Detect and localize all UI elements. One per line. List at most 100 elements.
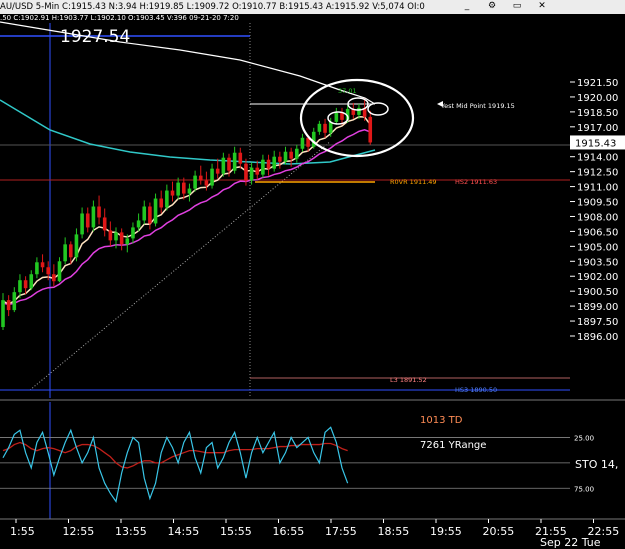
price-tick-label: 1908.00 [577,212,618,223]
candle-body [215,168,220,174]
candle-body [210,168,214,186]
time-tick-label: 20:55 [483,525,515,538]
candle-body [278,156,282,162]
price-tick-label: 1912.50 [577,168,618,179]
candle-body [198,175,203,181]
candle-body [102,217,107,231]
candle-body [125,238,130,245]
price-tick-label: 1903.50 [577,257,618,268]
candle-body [52,274,56,282]
candle-body [91,206,96,228]
price-tick-label: 1896.00 [577,332,618,343]
candle-body [176,182,180,196]
candle-body [334,112,339,122]
price-tick-label: 1899.00 [577,302,618,313]
time-tick-label: 15:55 [220,525,252,538]
label-37-01: 37.01 [338,87,357,95]
level-lines [0,35,570,391]
candle-body [255,167,260,175]
hs3-label: HS3 1890.50 [455,386,497,394]
time-tick-label: 19:55 [430,525,462,538]
price-tick-label: 1905.00 [577,242,618,253]
candle-body [148,206,152,224]
candle-body [249,167,254,181]
candle-body [170,190,175,196]
candle-body [182,182,186,194]
candle-body [142,206,147,221]
time-tick-label: 12:55 [63,525,95,538]
candle-body [119,232,124,245]
candle-body [221,157,226,174]
candle-body [46,267,50,275]
date-label: Sep 22 Tue [540,536,601,549]
candle-body [114,232,118,241]
candle-body [289,151,293,159]
r0vr-label: R0VR 1911.49 [390,178,437,186]
candle-body [266,159,271,169]
candle-body [23,280,28,289]
ma-long [0,21,376,105]
candle-body [12,292,17,311]
candle-body [204,180,209,186]
candle-body [261,159,265,175]
candle-body [35,262,39,275]
sto-k-line [2,426,349,503]
trend-line [29,141,331,391]
price-tick-label: 1914.00 [577,153,618,164]
candle-body [340,112,344,120]
candle-body [300,137,305,149]
candle-body [63,244,67,262]
candle-body [6,300,11,311]
candle-body [317,123,322,132]
time-tick-label: 13:55 [115,525,147,538]
candle-body [187,188,192,194]
candle-body [238,152,243,164]
small-circle-3 [367,102,389,116]
candle-body [57,261,62,282]
sto-label: STO 14, [575,458,618,471]
candle-body [368,116,373,143]
candle-body [80,213,84,235]
time-axis: 1:55 12:55 13:55 14:55 15:55 16:55 17:55 18:55 1… [10,519,619,538]
price-tick-label: 1918.50 [577,108,618,119]
candle-body [357,107,361,115]
candle-body [159,198,163,208]
hs2-label: HS2 1911.63 [455,178,497,186]
candle-body [295,148,299,159]
moving-averages [0,21,376,306]
candle-body [108,230,113,241]
sto-tick-label: 25.00 [574,434,594,442]
candle-body [165,190,169,208]
candle-body [29,274,34,289]
price-tick-label: 1917.00 [577,123,618,134]
price-tick-label: 1921.50 [577,78,618,89]
candle-body [283,151,288,162]
l3-label: L3 1891.52 [390,376,427,384]
time-tick-label: 17:55 [325,525,357,538]
price-chart[interactable]: 1921.50 1920.00 1918.50 1917.00 1915.43 1914.… [0,0,625,549]
candle-body [136,220,141,228]
stochastic-panel: 25.00 75.00 [0,426,594,503]
price-tick-label: 1897.50 [577,317,618,328]
time-tick-label: 16:55 [273,525,305,538]
overlay-price: 1927.54 [60,27,130,47]
price-tick-label: 1902.00 [577,272,618,283]
candle-body [153,198,158,224]
candle-body [193,175,197,189]
candle-body [323,123,327,133]
price-tick-label: 1900.50 [577,287,618,298]
candle-body [227,157,231,171]
price-tick-label: 1909.50 [577,198,618,209]
yrange-label: 7261 YRange [420,440,486,451]
price-axis: 1921.50 1920.00 1918.50 1917.00 1915.43 1914.… [570,78,625,343]
price-tick-label: 1906.50 [577,227,618,238]
candle-body [1,300,5,328]
yest-mid-label: Yest Mid Point 1919.15 [440,102,515,110]
time-tick-label: 1:55 [10,525,35,538]
sto-tick-label: 75.00 [574,485,594,493]
candle-body [40,262,45,268]
price-tick-label: 1911.00 [577,183,618,194]
candle-body [131,227,135,239]
candle-body [85,213,90,228]
time-tick-label: 14:55 [168,525,200,538]
